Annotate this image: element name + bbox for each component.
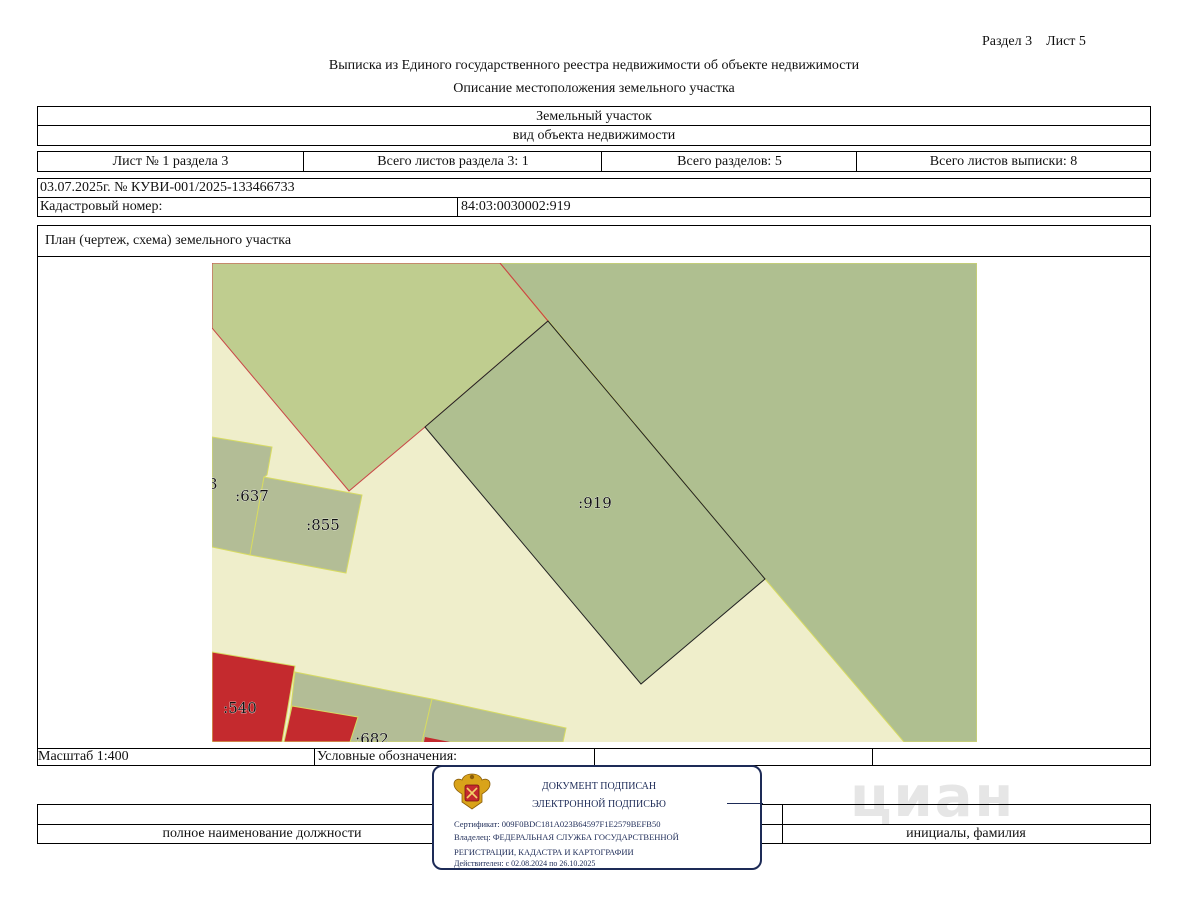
cadastral-number: 84:03:0030002:919 [461,199,571,214]
divider [594,748,595,765]
divider [38,125,1150,126]
stamp-line1: ДОКУМЕНТ ПОДПИСАН [541,781,657,792]
divider [872,748,873,765]
label-cut: 3 [212,475,218,493]
divider [38,197,1150,198]
object-type: Земельный участок [536,109,652,124]
label-682: :682 [355,730,389,742]
name-caption: инициалы, фамилия [906,826,1026,841]
cadastral-map[interactable]: :919 :637 :855 3 :540 :682 [208,262,978,748]
record-date-number: 03.07.2025г. № КУВИ-001/2025-133466733 [40,180,295,195]
object-type-caption: вид объекта недвижимости [512,128,676,143]
electronic-signature-stamp: ДОКУМЕНТ ПОДПИСАН ЭЛЕКТРОННОЙ ПОДПИСЬЮ С… [432,765,763,870]
legend-label: Условные обозначения: [317,749,458,764]
position-caption: полное наименование должности [162,826,362,841]
plan-title: План (чертеж, схема) земельного участка [45,233,292,248]
stamp-certificate: Сертификат: 009F0BDC181A023B64597F1E2579… [454,819,661,829]
label-540: :540 [223,699,257,717]
stamp-line2: ЭЛЕКТРОННОЙ ПОДПИСЬЮ [532,799,666,810]
total-sheets-section: Всего листов раздела 3: 1 [377,154,529,169]
divider [457,197,458,216]
stamp-validity: Действителен: с 02.08.2024 по 26.10.2025 [454,859,596,868]
object-type-block: Земельный участок вид объекта недвижимос… [37,106,1151,146]
stamp-owner-line2: РЕГИСТРАЦИИ, КАДАСТРА И КАРТОГРАФИИ [454,847,634,857]
document-subtitle: Описание местоположения земельного участ… [453,81,735,96]
parcel-540 [211,651,296,743]
cadastral-label: Кадастровый номер: [40,199,163,214]
total-sections: Всего разделов: 5 [677,154,782,169]
label-637: :637 [235,487,269,505]
scale-label: Масштаб 1:400 [38,749,129,764]
sheets-row: Лист № 1 раздела 3 Всего листов раздела … [37,151,1151,172]
record-block: 03.07.2025г. № КУВИ-001/2025-133466733 К… [37,178,1151,217]
divider [1150,804,1151,844]
sheet-number: Лист № 1 раздела 3 [112,154,229,169]
section-sheet-indicator: Раздел 3 Лист 5 [982,34,1086,49]
document-title: Выписка из Единого государственного реес… [328,58,860,73]
divider [314,748,315,765]
label-855: :855 [306,516,340,534]
total-sheets-extract: Всего листов выписки: 8 [929,154,1078,169]
watermark: циан [850,765,1016,830]
label-919: :919 [578,494,612,512]
stamp-owner-line1: Владелец: ФЕДЕРАЛЬНАЯ СЛУЖБА ГОСУДАРСТВЕ… [454,832,679,842]
divider [38,256,1150,257]
